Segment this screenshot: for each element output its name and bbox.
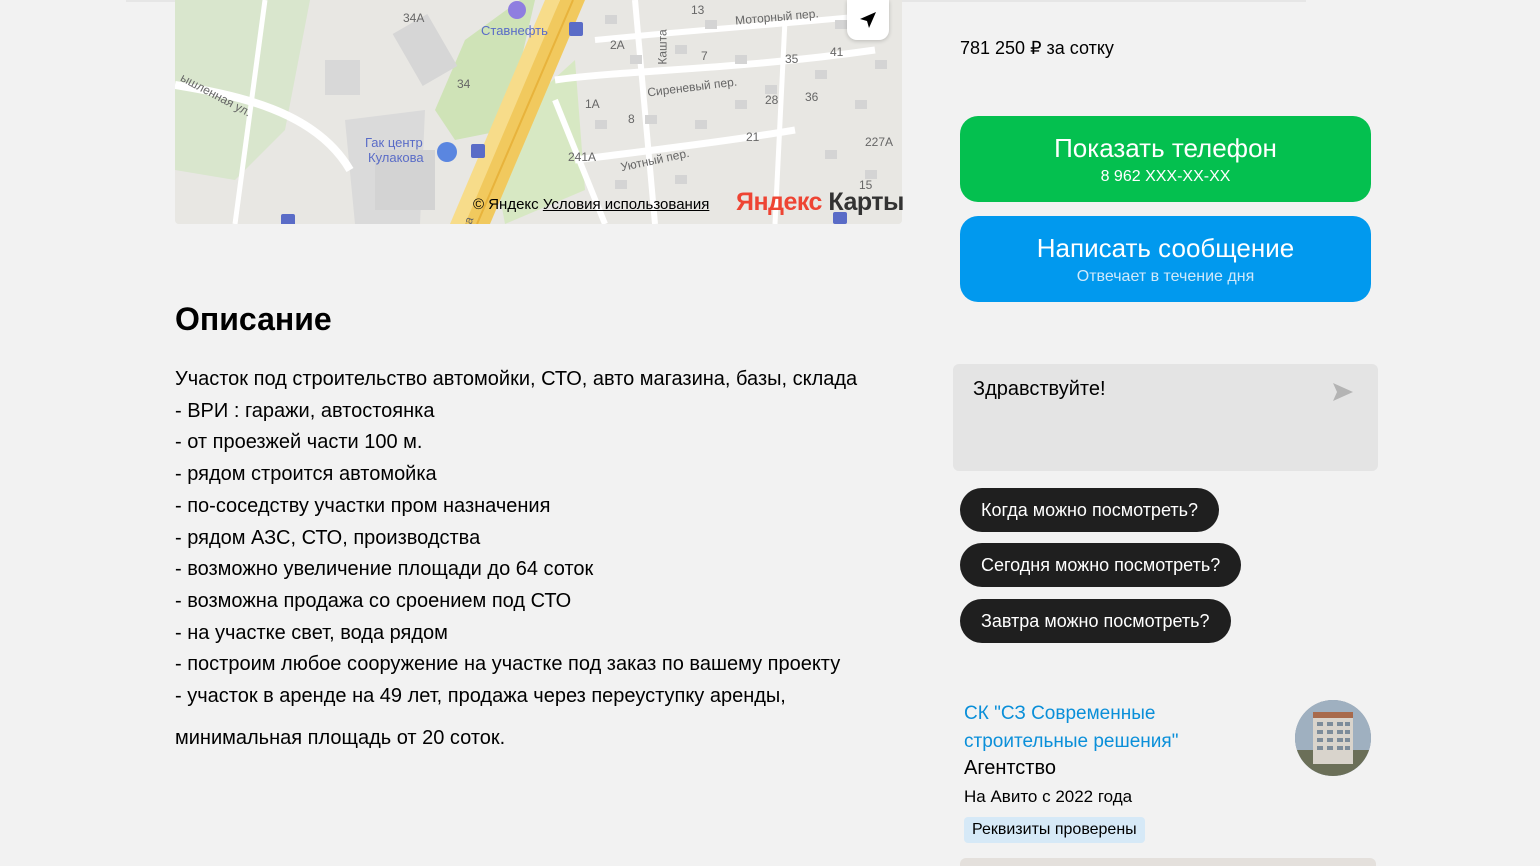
map-label-stavneft: Ставнефть [481,23,548,38]
map-label-gak-center: Гак центр [365,135,423,150]
description-title: Описание [175,301,332,337]
chat-message-text: Здравствуйте! [973,378,1106,400]
map-terms-link[interactable]: Условия использования [543,196,710,213]
map-house-number: 34А [403,11,425,25]
write-message-label: Написать сообщение [1036,232,1295,263]
description-line: - возможно увеличение площади до 64 сото… [175,558,594,581]
price-per-sotka: 781 250 ₽ за сотку [960,38,1114,58]
map-house-number: 8 [628,112,635,126]
map-house-number: 227А [865,135,894,149]
yandex-logo-word: Яндекс [736,188,822,216]
map-house-number: 21 [746,130,760,144]
next-card-edge [960,858,1376,866]
map-house-number: 28 [765,93,779,107]
map-label-kashta: Кашта [655,29,670,65]
write-message-button[interactable]: Написать сообщение Отвечает в течение дн… [960,216,1371,302]
response-time-text: Отвечает в течение дня [1076,267,1255,285]
description-last-line: минимальная площадь от 20 соток. [175,727,506,749]
building-image [1295,700,1371,776]
location-arrow-icon [860,12,876,28]
description-line: Участок под строительство автомойки, СТО… [175,368,858,390]
description-line: - участок в аренде на 49 лет, продажа че… [175,685,786,708]
description-line: - возможна продажа со сроением под СТО [175,589,572,612]
description-line: - построим любое сооружение на участке п… [175,653,841,676]
yandex-maps-logo[interactable]: Яндекс Карты [736,188,904,217]
map-house-number: 1А [585,97,600,111]
description-line: - на участке свет, вода рядом [175,621,448,644]
send-icon[interactable] [1332,382,1354,402]
map-house-number: 241А [568,150,597,164]
map-copyright: © Яндекс [473,196,539,213]
show-phone-button[interactable]: Показать телефон 8 962 XXX-XX-XX [960,116,1371,202]
description-line: - по-соседству участки пром назначения [175,494,551,517]
map-house-number: 36 [805,90,819,104]
map-label-kulakova: Кулакова [368,150,424,165]
map-house-number: 35 [785,52,799,66]
map-house-number: 2А [610,38,625,52]
description-line: - ВРИ : гаражи, автостоянка [175,399,435,422]
masked-phone-number: 8 962 XXX-XX-XX [1100,167,1231,185]
map-house-number: 13 [691,3,705,17]
verified-badge: Реквизиты проверены [964,817,1145,843]
map-house-number: 41 [830,45,844,59]
quick-question-chip[interactable]: Завтра можно посмотреть? [960,599,1231,643]
maps-logo-word: Карты [821,188,904,216]
quick-question-chip[interactable]: Сегодня можно посмотреть? [960,543,1242,587]
map-house-number: 7 [701,49,708,63]
description-line: - от проезжей части 100 м. [175,431,423,454]
map-locate-button[interactable] [847,0,889,40]
map-attribution: © Яндекс Условия использования [473,196,709,213]
quick-question-chip[interactable]: Когда можно посмотреть? [960,488,1219,532]
show-phone-label: Показать телефон [1054,132,1277,163]
seller-type: Агентство [964,757,1056,779]
seller-since: На Авито с 2022 года [964,787,1133,806]
map-house-number: 34 [457,77,471,91]
description-body: Участок под строительство автомойки, СТО… [175,364,915,713]
description-line: - рядом АЗС, СТО, производства [175,526,481,549]
seller-avatar[interactable] [1295,700,1371,776]
description-line: - рядом строится автомойка [175,463,437,486]
chat-message-input[interactable]: Здравствуйте! [953,364,1378,471]
seller-name-link[interactable]: СК "СЗ Современные строительные решения" [964,700,1264,756]
